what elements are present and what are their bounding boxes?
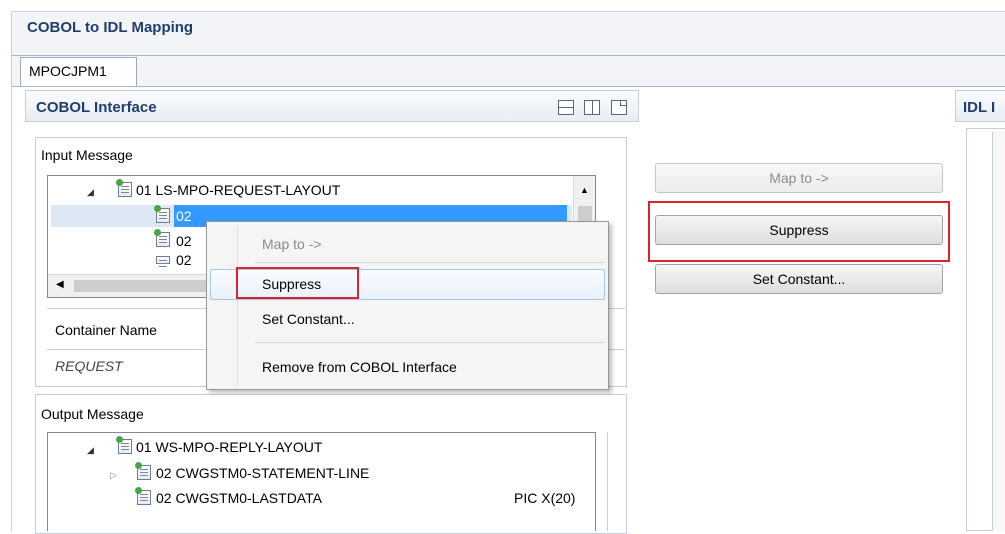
collapse-arrow-icon[interactable]: ◢	[87, 445, 94, 456]
tree-node-child[interactable]: 02	[176, 231, 192, 251]
map-to-button[interactable]: Map to ->	[655, 163, 943, 193]
tree-node-child[interactable]: 02 CWGSTM0-LASTDATA	[156, 488, 322, 508]
output-message-label: Output Message	[41, 406, 144, 422]
container-row-request[interactable]: REQUEST	[55, 358, 123, 374]
copybook-field-icon	[135, 462, 151, 480]
menu-item-map-to[interactable]: Map to ->	[262, 236, 322, 252]
idl-interface-tree[interactable]	[992, 132, 1005, 531]
tab-strip	[12, 55, 1005, 56]
scroll-up-icon[interactable]: ▲	[580, 185, 589, 195]
collapse-arrow-icon[interactable]: ◢	[87, 187, 94, 198]
copybook-field-icon	[156, 256, 170, 264]
input-message-label: Input Message	[41, 147, 133, 163]
maximize-icon[interactable]	[584, 100, 600, 115]
minimize-icon[interactable]	[558, 100, 574, 115]
scroll-left-icon[interactable]: ◀	[56, 279, 64, 290]
highlight-box	[648, 201, 950, 262]
highlight-box	[236, 267, 359, 299]
expand-arrow-icon[interactable]: ▷	[110, 470, 117, 481]
cobol-interface-title: COBOL Interface	[36, 99, 157, 116]
menu-item-set-constant[interactable]: Set Constant...	[262, 311, 355, 327]
copybook-field-icon	[116, 179, 132, 197]
output-tree-gutter	[607, 432, 625, 531]
menu-separator	[255, 342, 604, 343]
tree-node-child[interactable]: 02 CWGSTM0-STATEMENT-LINE	[156, 463, 369, 483]
pic-clause: PIC X(20)	[514, 490, 576, 506]
copybook-field-icon	[154, 205, 170, 223]
context-menu: Map to -> Suppress Set Constant... Remov…	[206, 221, 609, 390]
set-constant-button[interactable]: Set Constant...	[655, 264, 943, 294]
menu-item-remove[interactable]: Remove from COBOL Interface	[262, 359, 457, 375]
copybook-field-icon	[154, 229, 170, 247]
copybook-field-icon	[116, 436, 132, 454]
copybook-field-icon	[135, 487, 151, 505]
output-message-tree[interactable]: ◢ 01 WS-MPO-REPLY-LAYOUT ▷ 02 CWGSTM0-ST…	[47, 432, 596, 531]
editor-title: COBOL to IDL Mapping	[27, 19, 194, 36]
tree-node-child[interactable]: 02	[176, 253, 192, 265]
menu-icon-gutter	[237, 225, 238, 386]
tab-mpocjpm1[interactable]: MPOCJPM1	[20, 57, 137, 87]
menu-separator	[255, 262, 604, 263]
idl-interface-title: IDL I	[963, 99, 996, 116]
tree-node-child[interactable]: 02	[176, 206, 192, 226]
restore-icon[interactable]	[611, 100, 627, 115]
tree-node-root[interactable]: 01 WS-MPO-REPLY-LAYOUT	[136, 437, 322, 457]
container-name-header: Container Name	[55, 322, 157, 338]
tree-node-root[interactable]: 01 LS-MPO-REQUEST-LAYOUT	[136, 180, 340, 200]
